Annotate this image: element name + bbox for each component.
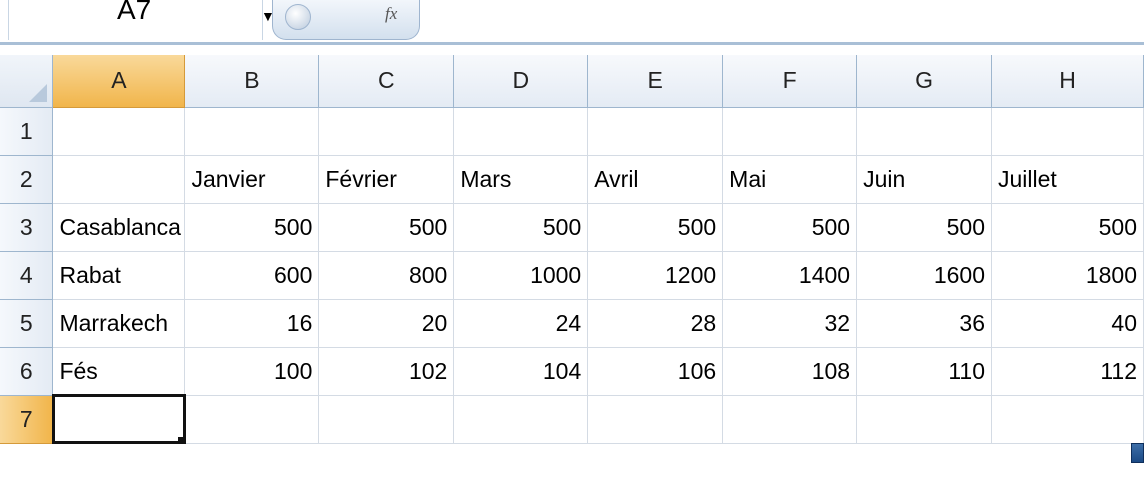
cell-a4[interactable]: Rabat	[52, 251, 186, 300]
cell-a3[interactable]: Casablanca	[52, 203, 186, 252]
cell-g4[interactable]: 1600	[856, 251, 992, 300]
cell-d5[interactable]: 24	[453, 299, 589, 348]
cell-b3[interactable]: 500	[184, 203, 320, 252]
cell-h5[interactable]: 40	[991, 299, 1144, 348]
worksheet-grid: A B C D E F G H 1 2 Janvier Février Mars…	[0, 55, 1144, 444]
row-header-4[interactable]: 4	[0, 251, 54, 300]
cell-d3[interactable]: 500	[453, 203, 589, 252]
cell-d7[interactable]	[453, 395, 589, 444]
cell-b1[interactable]	[184, 107, 320, 156]
table-row: 6 Fés 100 102 104 106 108 110 112	[0, 347, 1144, 396]
cell-b6[interactable]: 100	[184, 347, 320, 396]
table-row: 7	[0, 394, 1144, 444]
select-all-corner[interactable]	[0, 55, 54, 108]
expand-handle-icon[interactable]	[285, 4, 311, 30]
cell-e3[interactable]: 500	[587, 203, 724, 252]
cell-d6[interactable]: 104	[453, 347, 589, 396]
select-all-icon	[29, 83, 48, 102]
cell-g5[interactable]: 36	[856, 299, 992, 348]
row-header-1[interactable]: 1	[0, 107, 54, 156]
row-header-7[interactable]: 7	[0, 395, 54, 444]
cell-b4[interactable]: 600	[184, 251, 320, 300]
cell-f4[interactable]: 1400	[722, 251, 858, 300]
column-header-e[interactable]: E	[587, 55, 724, 108]
cell-c5[interactable]: 20	[318, 299, 455, 348]
cell-f5[interactable]: 32	[722, 299, 858, 348]
cell-a6[interactable]: Fés	[52, 347, 186, 396]
column-header-c[interactable]: C	[318, 55, 455, 108]
cell-d1[interactable]	[453, 107, 589, 156]
fill-handle[interactable]	[178, 436, 184, 442]
cell-h7[interactable]	[991, 395, 1144, 444]
cell-c4[interactable]: 800	[318, 251, 455, 300]
cell-b2[interactable]: Janvier	[184, 155, 320, 204]
cell-g7[interactable]	[856, 395, 992, 444]
cell-b5[interactable]: 16	[184, 299, 320, 348]
cell-c7[interactable]	[318, 395, 455, 444]
row-header-6[interactable]: 6	[0, 347, 54, 396]
cell-c6[interactable]: 102	[318, 347, 455, 396]
table-row: 3 Casablanca 500 500 500 500 500 500 500	[0, 203, 1144, 252]
cell-c3[interactable]: 500	[318, 203, 455, 252]
formula-bar-divider	[0, 42, 1144, 45]
row-header-5[interactable]: 5	[0, 299, 54, 348]
cell-e4[interactable]: 1200	[587, 251, 724, 300]
cell-c1[interactable]	[318, 107, 455, 156]
row-header-2[interactable]: 2	[0, 155, 54, 204]
cell-g1[interactable]	[856, 107, 992, 156]
cell-c2[interactable]: Février	[318, 155, 455, 204]
column-header-g[interactable]: G	[856, 55, 992, 108]
name-box-value: A7	[117, 0, 152, 25]
cell-e7[interactable]	[587, 395, 724, 444]
column-header-a[interactable]: A	[52, 55, 186, 108]
insert-function-button[interactable]: fx	[385, 4, 397, 24]
paste-options-icon[interactable]	[1131, 443, 1144, 463]
column-header-d[interactable]: D	[453, 55, 589, 108]
cell-g3[interactable]: 500	[856, 203, 992, 252]
column-header-f[interactable]: F	[722, 55, 858, 108]
column-header-h[interactable]: H	[991, 55, 1144, 108]
cell-h1[interactable]	[991, 107, 1144, 156]
cell-e2[interactable]: Avril	[587, 155, 724, 204]
row-header-3[interactable]: 3	[0, 203, 54, 252]
cell-f7[interactable]	[722, 395, 858, 444]
table-row: 1	[0, 107, 1144, 156]
cell-a5[interactable]: Marrakech	[52, 299, 186, 348]
cell-a7-selected[interactable]	[51, 394, 186, 444]
cell-f2[interactable]: Mai	[722, 155, 858, 204]
cell-f6[interactable]: 108	[722, 347, 858, 396]
cell-e5[interactable]: 28	[587, 299, 724, 348]
cell-a1[interactable]	[52, 107, 186, 156]
cell-f1[interactable]	[722, 107, 858, 156]
cell-e6[interactable]: 106	[587, 347, 724, 396]
cell-d2[interactable]: Mars	[453, 155, 589, 204]
cell-f3[interactable]: 500	[722, 203, 858, 252]
cell-h3[interactable]: 500	[991, 203, 1144, 252]
name-box[interactable]: A7 ▼	[8, 0, 275, 40]
cell-b7[interactable]	[184, 395, 320, 444]
formula-bar: A7 ▼ fx	[0, 0, 1144, 42]
cell-a2[interactable]	[52, 155, 186, 204]
insert-function-area: fx	[272, 0, 420, 40]
cell-d4[interactable]: 1000	[453, 251, 589, 300]
table-row: 5 Marrakech 16 20 24 28 32 36 40	[0, 299, 1144, 348]
cell-e1[interactable]	[587, 107, 724, 156]
cell-h6[interactable]: 112	[991, 347, 1144, 396]
table-row: 2 Janvier Février Mars Avril Mai Juin Ju…	[0, 155, 1144, 204]
cell-g6[interactable]: 110	[856, 347, 992, 396]
cell-h2[interactable]: Juillet	[991, 155, 1144, 204]
spreadsheet-window: A7 ▼ fx A B C D E F G H 1 2 Janvier Févr…	[0, 0, 1144, 490]
cell-g2[interactable]: Juin	[856, 155, 992, 204]
table-row: 4 Rabat 600 800 1000 1200 1400 1600 1800	[0, 251, 1144, 300]
cell-h4[interactable]: 1800	[991, 251, 1144, 300]
column-header-b[interactable]: B	[184, 55, 320, 108]
